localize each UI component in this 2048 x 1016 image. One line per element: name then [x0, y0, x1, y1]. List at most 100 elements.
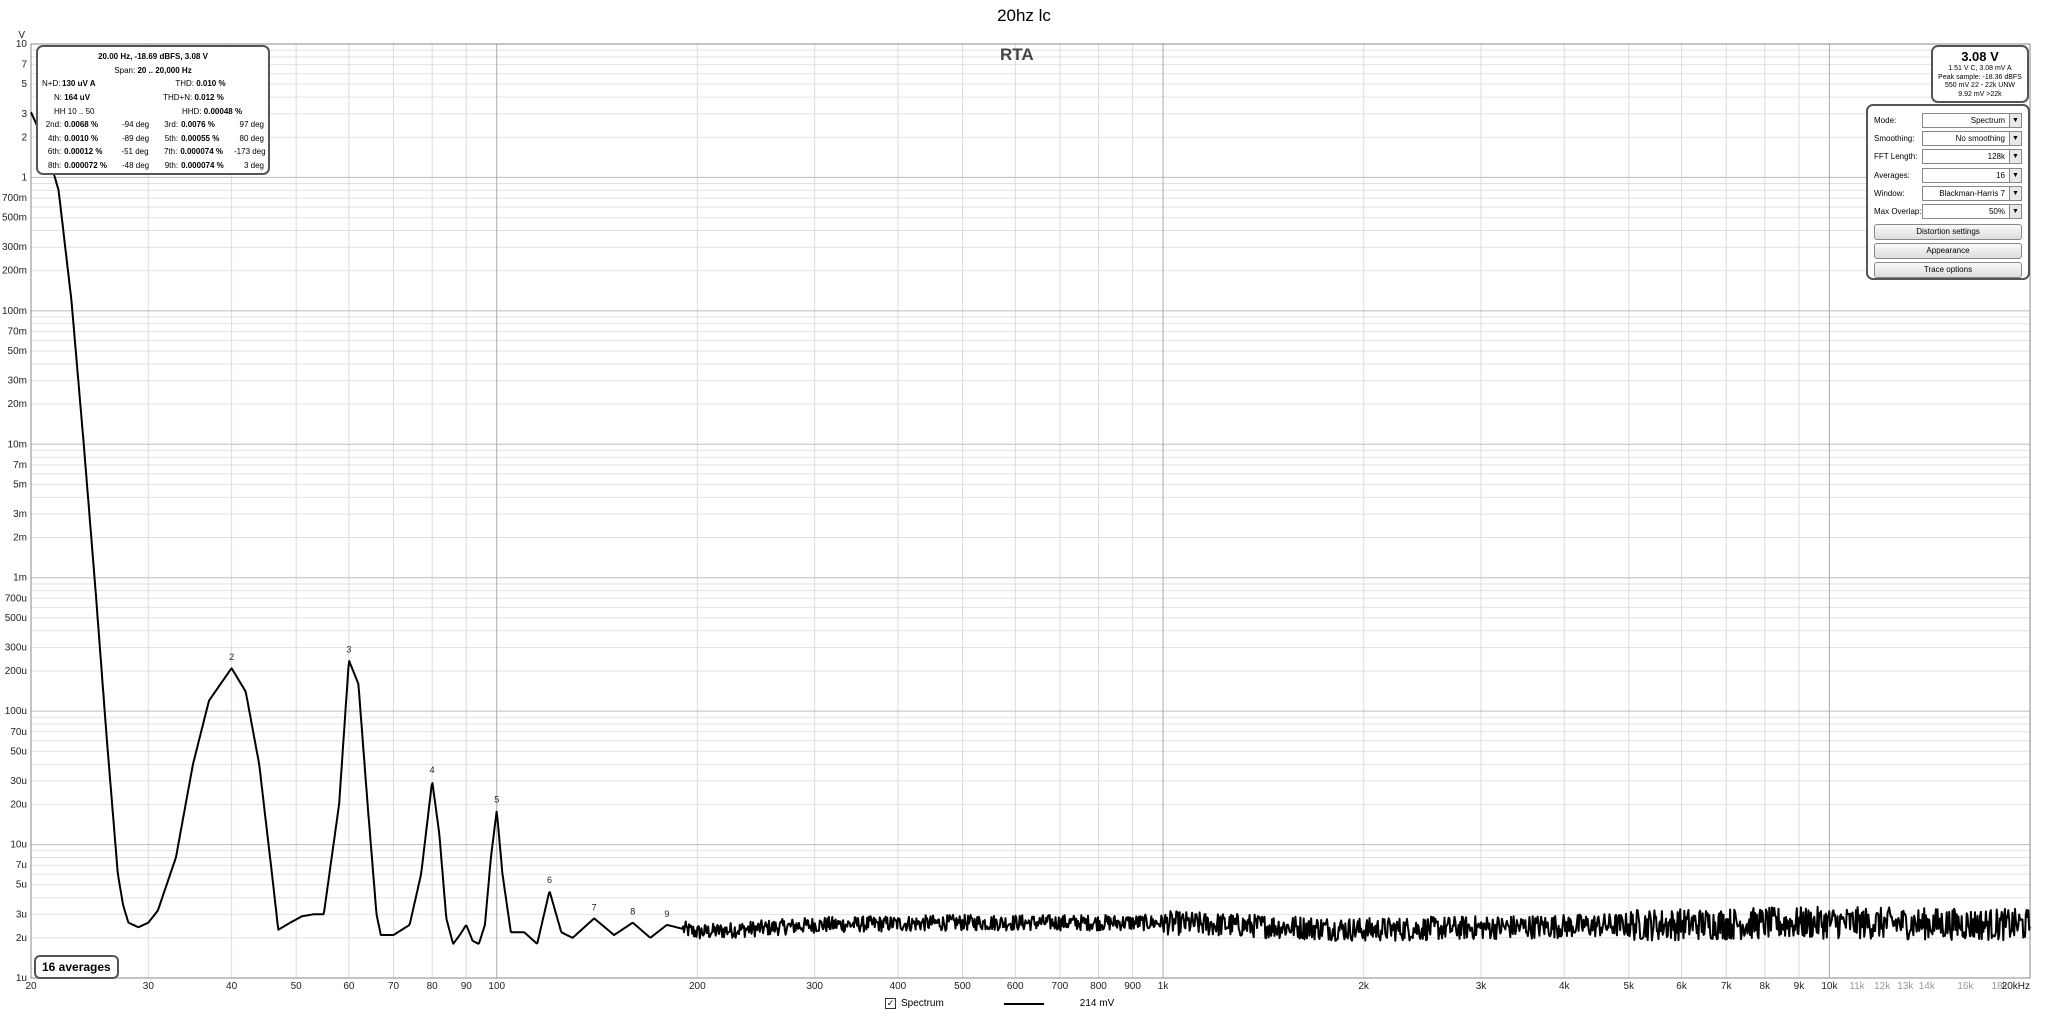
y-tick-label: 10m	[8, 439, 27, 450]
harmonic-marker-label: 2	[229, 652, 234, 662]
y-tick-label: 50u	[10, 746, 27, 757]
x-tick-label: 6k	[1676, 981, 1688, 992]
x-tick-label: 5k	[1624, 981, 1636, 992]
y-tick-label: 100m	[2, 306, 27, 317]
harmonic-marker-label: 7	[592, 902, 597, 912]
level-line: 9.92 mV >22k	[1958, 90, 2002, 98]
averages-label: Averages:	[1874, 170, 1910, 180]
x-tick-label: 50	[291, 981, 303, 992]
thd-value: 0.010 %	[196, 79, 226, 89]
distortion-settings-button[interactable]: Distortion settings	[1874, 223, 2022, 240]
averages-select[interactable]: 16 ▼	[1922, 167, 2022, 183]
x-tick-label: 9k	[1794, 981, 1806, 992]
x-tick-label: 70	[388, 981, 400, 992]
harmonic-label: 2nd:	[45, 120, 62, 130]
harmonic-value: 0.000072 %	[64, 161, 107, 171]
cursor-readout: 20.00 Hz, -18.69 dBFS, 3.08 V	[98, 52, 208, 62]
y-tick-label: 70u	[10, 727, 27, 738]
chevron-down-icon: ▼	[2009, 113, 2021, 127]
y-tick-label: 300m	[2, 242, 27, 253]
hhd-value: 0.00048 %	[203, 106, 243, 116]
y-tick-label: 20m	[8, 399, 27, 410]
harmonic-label: 6th:	[47, 147, 62, 157]
y-tick-label: 3m	[13, 509, 27, 520]
x-tick-label: 20	[25, 981, 37, 992]
x-tick-label: 90	[461, 981, 473, 992]
window-label: Window:	[1874, 188, 1905, 198]
fft-length-select[interactable]: 128k ▼	[1922, 149, 2022, 165]
harmonic-phase: -89 deg	[122, 133, 150, 143]
y-tick-label: 500u	[5, 613, 27, 624]
x-tick-label: 400	[890, 981, 907, 992]
harmonic-value: 0.000074 %	[181, 161, 224, 171]
x-tick-label: 12k	[1874, 981, 1891, 992]
span-value: 20 .. 20,000 Hz	[137, 65, 192, 75]
x-tick-label: 30	[143, 981, 155, 992]
harmonic-phase: 97 deg	[239, 120, 264, 130]
max-overlap-label: Max Overlap:	[1874, 207, 1922, 217]
y-tick-label: 30u	[10, 776, 27, 787]
harmonic-value: 0.0068 %	[64, 120, 99, 130]
y-tick-label: 200u	[5, 666, 27, 677]
smoothing-value: No smoothing	[1955, 133, 2005, 143]
y-tick-label: 100u	[5, 706, 27, 717]
legend-value: 214 mV	[1079, 998, 1115, 1009]
x-tick-label: 80	[427, 981, 439, 992]
rta-label: RTA	[1000, 45, 1034, 64]
x-tick-label: 3k	[1476, 981, 1488, 992]
harmonic-marker-label: 3	[346, 644, 351, 654]
y-tick-label: 20u	[10, 799, 27, 810]
y-tick-label: 300u	[5, 642, 27, 653]
max-overlap-value: 50%	[1988, 207, 2005, 217]
smoothing-select[interactable]: No smoothing ▼	[1922, 130, 2022, 146]
max-overlap-select[interactable]: 50% ▼	[1922, 204, 2022, 220]
legend-line-swatch	[1003, 1002, 1044, 1005]
n-value: 164 uV	[64, 93, 91, 103]
y-tick-label: 700u	[5, 593, 27, 604]
rta-controls-panel: Mode: Spectrum ▼ Smoothing: No smoothing ▼…	[1866, 104, 2030, 280]
x-tick-label: 100	[488, 981, 505, 992]
span-label: Span:	[114, 65, 136, 75]
harmonic-value: 0.0010 %	[64, 133, 99, 143]
harmonic-label: 4th:	[47, 133, 62, 143]
mode-value: Spectrum	[1970, 115, 2005, 125]
y-tick-label: 200m	[2, 266, 27, 277]
mode-select[interactable]: Spectrum ▼	[1922, 112, 2022, 128]
y-tick-label: 50m	[8, 346, 27, 357]
harmonic-value: 0.000074 %	[180, 147, 224, 157]
trace-options-button[interactable]: Trace options	[1874, 261, 2022, 278]
hhd-label: HHD:	[182, 106, 202, 116]
y-tick-label: 1	[21, 172, 27, 183]
harmonic-marker-label: 8	[630, 907, 635, 917]
x-tick-label: 8k	[1760, 981, 1772, 992]
smoothing-label: Smoothing:	[1874, 133, 1915, 143]
y-tick-label: 700m	[2, 193, 27, 204]
harmonic-value: 0.00055 %	[181, 133, 220, 143]
window-value: Blackman-Harris 7	[1939, 188, 2005, 198]
x-tick-label: 700	[1052, 981, 1069, 992]
harmonic-phase: -48 deg	[122, 161, 150, 171]
y-tick-label: 500m	[2, 213, 27, 224]
y-tick-label: 3	[21, 109, 27, 120]
y-tick-label: 2	[21, 132, 27, 143]
chevron-down-icon: ▼	[2009, 205, 2021, 219]
x-tick-label: 4k	[1559, 981, 1571, 992]
thd-label: THD:	[175, 79, 194, 89]
level-meter-box: 3.08 V 1.51 V C, 3.08 mV A Peak sample: …	[1931, 45, 2029, 103]
y-tick-label: 70m	[8, 327, 27, 338]
x-tick-label: 600	[1007, 981, 1024, 992]
y-tick-label: 5u	[16, 880, 27, 891]
level-value: 3.08 V	[1961, 49, 1999, 64]
y-tick-label: 1m	[13, 573, 27, 584]
x-tick-label: 11k	[1849, 981, 1865, 992]
y-tick-label: 5m	[13, 479, 27, 490]
appearance-button[interactable]: Appearance	[1874, 242, 2022, 259]
window-select[interactable]: Blackman-Harris 7 ▼	[1922, 185, 2022, 201]
x-tick-label: 800	[1090, 981, 1107, 992]
averages-value: 16	[1996, 170, 2005, 180]
harmonic-phase: 80 deg	[239, 133, 264, 143]
x-tick-label: 2k	[1358, 981, 1370, 992]
window-title: 20hz lc	[997, 6, 1051, 25]
thdn-value: 0.012 %	[194, 93, 224, 103]
spectrum-checkbox[interactable]: ✓	[885, 998, 896, 1009]
